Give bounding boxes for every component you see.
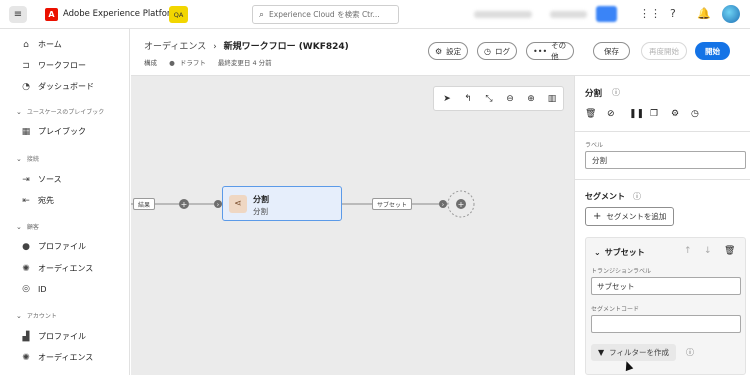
panel-title: 分割 xyxy=(585,89,603,99)
divider xyxy=(575,131,750,132)
properties-panel: 分割 ⓘ 🗑 ⊘ ❚❚ ❐ ⚙ ◷ ラベル 分割 セグメント ⓘ + セグメントを… xyxy=(574,76,750,375)
svg-text:›: › xyxy=(442,202,444,209)
split-activity-node[interactable]: ⋖ 分割 分割 xyxy=(222,186,342,221)
zoom-out-icon[interactable]: ⊖ xyxy=(503,92,517,106)
delete-icon[interactable]: 🗑 xyxy=(585,109,596,119)
info-icon[interactable]: ⓘ xyxy=(612,87,620,98)
node-title: 分割 xyxy=(253,195,269,204)
divider xyxy=(575,179,750,180)
transition-label-caption: トランジションラベル xyxy=(591,268,652,275)
transition-label-field[interactable]: サブセット xyxy=(591,277,741,295)
label-caption: ラベル xyxy=(585,142,604,149)
history-icon[interactable]: ◷ xyxy=(691,109,699,119)
move-up-icon[interactable]: ↑ xyxy=(684,246,692,256)
add-segment-button[interactable]: + セグメントを追加 xyxy=(585,207,675,226)
svg-text:+: + xyxy=(458,200,465,209)
svg-text:+: + xyxy=(181,200,188,209)
plus-icon: + xyxy=(593,211,602,222)
add-segment-label: セグメントを追加 xyxy=(606,212,667,221)
copy-icon[interactable]: ❐ xyxy=(650,109,658,119)
segment-code-caption: セグメントコード xyxy=(591,306,640,313)
svg-text:›: › xyxy=(217,202,219,209)
edge-label-subset[interactable]: サブセット xyxy=(372,198,413,210)
disable-icon[interactable]: ⊘ xyxy=(607,109,615,119)
settings-cog-icon[interactable]: ⚙ xyxy=(671,109,679,119)
delete-icon[interactable]: 🗑 xyxy=(724,246,735,256)
pause-icon[interactable]: ❚❚ xyxy=(629,109,644,119)
create-filter-label: フィルターを作成 xyxy=(609,348,670,357)
select-pointer-icon[interactable]: ➤ xyxy=(440,92,454,106)
info-icon[interactable]: ⓘ xyxy=(686,347,694,358)
chevron-down-icon: ⌄ xyxy=(594,248,601,257)
split-share-icon: ⋖ xyxy=(229,195,247,213)
create-filter-button[interactable]: ▼ フィルターを作成 xyxy=(591,344,677,361)
subset-card: ⌄ サブセット ↑ ↓ 🗑 トランジションラベル サブセット セグメントコード ▼… xyxy=(585,237,746,375)
segment-code-field[interactable] xyxy=(591,315,741,333)
zoom-in-icon[interactable]: ⊕ xyxy=(524,92,538,106)
collapse-icon[interactable]: ⤡ xyxy=(482,92,496,106)
segments-title: セグメント xyxy=(585,192,625,201)
move-down-icon[interactable]: ↓ xyxy=(704,246,712,256)
panel-toggle-icon[interactable]: ▥ xyxy=(545,92,559,106)
subset-title: サブセット xyxy=(604,248,645,257)
label-field[interactable]: 分割 xyxy=(585,151,746,169)
info-icon[interactable]: ⓘ xyxy=(633,191,641,202)
edge-label-result[interactable]: 結果 xyxy=(133,198,156,210)
filter-icon: ▼ xyxy=(598,348,605,357)
connect-icon[interactable]: ↰ xyxy=(461,92,475,106)
subset-header[interactable]: ⌄ サブセット xyxy=(594,247,645,258)
canvas-toolbar: ➤ ↰ ⤡ ⊖ ⊕ ▥ xyxy=(433,86,564,111)
node-subtitle: 分割 xyxy=(253,207,268,216)
